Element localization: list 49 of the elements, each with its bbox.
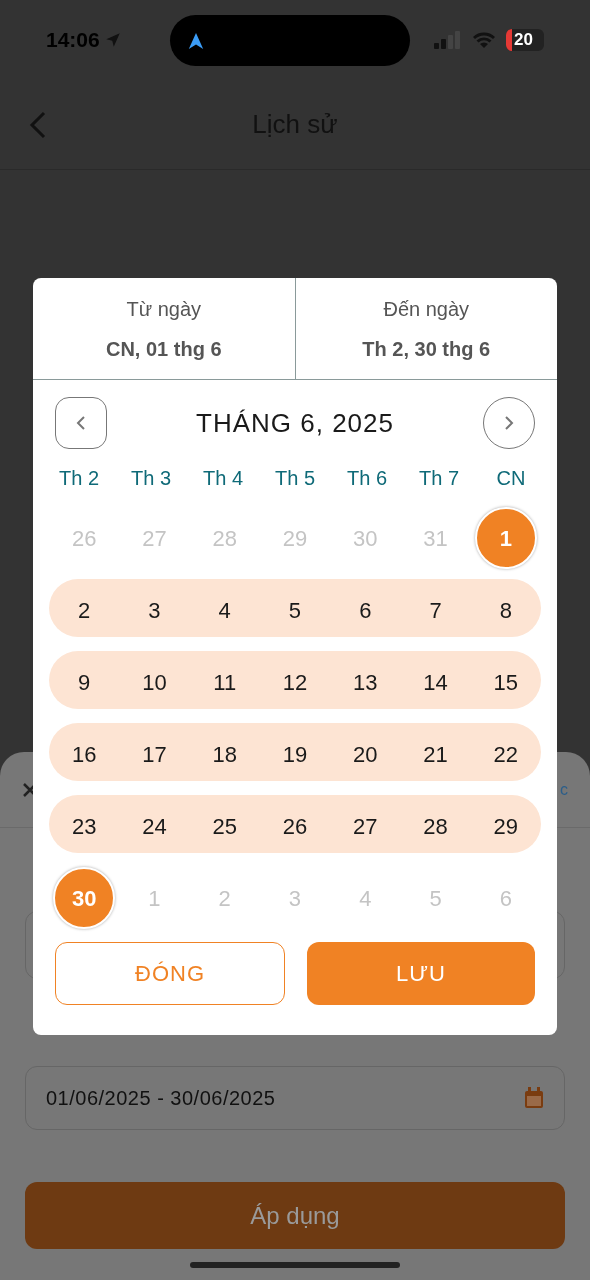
weekday-label: CN xyxy=(495,466,527,491)
chevron-left-icon xyxy=(76,415,86,431)
calendar-day[interactable]: 17 xyxy=(123,723,186,785)
calendar-day[interactable]: 29 xyxy=(474,795,537,857)
calendar-day[interactable]: 14 xyxy=(404,651,467,713)
calendar-day[interactable]: 16 xyxy=(53,723,116,785)
calendar-day[interactable]: 15 xyxy=(474,651,537,713)
wifi-icon xyxy=(472,31,496,49)
calendar-day[interactable]: 18 xyxy=(193,723,256,785)
battery-indicator: 20 xyxy=(506,29,544,51)
calendar-day[interactable]: 6 xyxy=(334,579,397,641)
calendar-day[interactable]: 24 xyxy=(123,795,186,857)
month-title: THÁNG 6, 2025 xyxy=(196,406,394,440)
to-label: Đến ngày xyxy=(383,296,470,322)
calendar-day[interactable]: 25 xyxy=(193,795,256,857)
calendar-day[interactable]: 7 xyxy=(404,579,467,641)
calendar-day[interactable]: 2 xyxy=(53,579,116,641)
calendar-day[interactable]: 12 xyxy=(264,651,326,713)
chevron-right-icon xyxy=(504,415,514,431)
to-date: Th 2, 30 thg 6 xyxy=(362,336,491,362)
weekday-label: Th 3 xyxy=(130,466,172,491)
weekday-label: Th 5 xyxy=(274,466,316,491)
calendar-day[interactable]: 26 xyxy=(264,795,326,857)
calendar-day[interactable]: 4 xyxy=(193,579,256,641)
signal-icon xyxy=(434,31,462,49)
calendar-day[interactable]: 13 xyxy=(334,651,397,713)
previous-month-button[interactable] xyxy=(55,397,107,449)
calendar-day[interactable]: 27 xyxy=(334,795,397,857)
date-range-field[interactable]: 01/06/2025 - 30/06/2025 xyxy=(25,1066,565,1130)
calendar-day[interactable]: 19 xyxy=(264,723,326,785)
calendar-day[interactable]: 28 xyxy=(404,795,467,857)
calendar-icon xyxy=(524,1087,544,1109)
from-date: CN, 01 thg 6 xyxy=(105,336,222,362)
weekday-label: Th 4 xyxy=(202,466,244,491)
calendar-day[interactable]: 23 xyxy=(53,795,116,857)
calendar-day[interactable]: 8 xyxy=(474,579,537,641)
calendar-day[interactable]: 10 xyxy=(123,651,186,713)
weekday-label: Th 6 xyxy=(346,466,388,491)
calendar-day[interactable]: 3 xyxy=(123,579,186,641)
calendar-day[interactable]: 11 xyxy=(193,651,256,713)
navigation-arrow-icon xyxy=(187,31,205,50)
calendar-day[interactable]: 21 xyxy=(404,723,467,785)
calendar-day[interactable]: 5 xyxy=(264,579,326,641)
calendar-day[interactable]: 9 xyxy=(53,651,116,713)
calendar-day[interactable]: 22 xyxy=(474,723,537,785)
from-label: Từ ngày xyxy=(126,296,201,322)
weekday-label: Th 2 xyxy=(58,466,100,491)
calendar-day[interactable]: 20 xyxy=(334,723,397,785)
weekday-label: Th 7 xyxy=(418,466,460,491)
